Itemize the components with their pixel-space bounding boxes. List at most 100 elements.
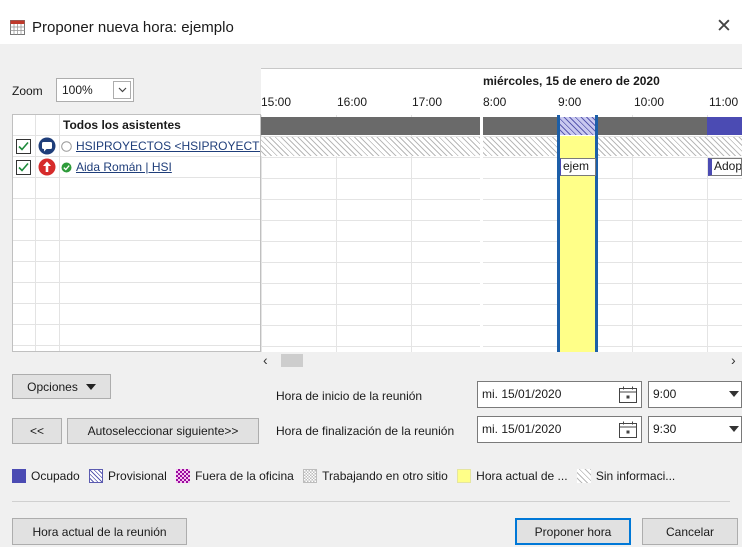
grid-line	[261, 346, 742, 347]
busy-swatch-icon	[12, 469, 26, 483]
attendee-name[interactable]: HSIPROYECTOS <HSIPROYECT(	[76, 139, 260, 153]
all-attendees-busy-bar	[261, 117, 480, 135]
attendee-list: Todos los asistentes HSIPROYECTOS <HSIPR…	[12, 114, 261, 352]
status-unknown-icon	[61, 141, 72, 152]
attendee-row[interactable]: Aida Román | HSI	[13, 157, 260, 178]
status-available-icon	[61, 162, 72, 173]
end-time-label: Hora de finalización de la reunión	[276, 424, 455, 438]
scroll-left-icon[interactable]: ‹	[263, 352, 268, 368]
start-date-field[interactable]: mi. 15/01/2020	[477, 381, 642, 408]
close-icon[interactable]: ✕	[716, 15, 732, 38]
scroll-thumb[interactable]	[281, 354, 303, 367]
checkbox-checked-icon[interactable]	[16, 139, 31, 154]
no-information-bar	[261, 137, 742, 156]
timeline-date: miércoles, 15 de enero de 2020	[483, 74, 660, 88]
zoom-select[interactable]: 100%	[56, 78, 134, 102]
legend-label: Ocupado	[31, 469, 80, 483]
window-title: Proponer nueva hora: ejemplo	[32, 19, 234, 36]
hour-label: 17:00	[412, 95, 443, 109]
legend-current-meeting: Hora actual de ...	[457, 469, 568, 483]
legend-busy: Ocupado	[12, 469, 80, 483]
grid-line	[261, 325, 742, 326]
chat-bubble-icon	[38, 137, 56, 155]
scroll-right-icon[interactable]: ›	[731, 352, 736, 368]
divider	[12, 501, 730, 502]
checkbox-checked-icon[interactable]	[16, 160, 31, 175]
calendar-icon	[10, 20, 25, 35]
empty-row[interactable]	[13, 178, 260, 199]
dropdown-arrow-icon[interactable]	[729, 426, 739, 432]
options-button[interactable]: Opciones	[12, 374, 111, 399]
all-attendees-busy-bar	[483, 117, 742, 135]
end-date-value: mi. 15/01/2020	[482, 422, 562, 436]
grid-line	[261, 178, 742, 179]
start-date-value: mi. 15/01/2020	[482, 387, 562, 401]
attendee-name[interactable]: Aida Román | HSI	[76, 160, 172, 174]
start-time-label: Hora de inicio de la reunión	[276, 389, 423, 403]
meeting-end-handle[interactable]	[595, 115, 598, 352]
busy-block	[707, 117, 742, 135]
grid-line	[261, 241, 742, 242]
legend-label: Hora actual de ...	[476, 469, 568, 483]
empty-row[interactable]	[13, 304, 260, 325]
legend: Ocupado Provisional Fuera de la oficina …	[12, 469, 681, 489]
out-of-office-swatch-icon	[176, 469, 191, 483]
grid-line	[261, 157, 742, 158]
dropdown-arrow-icon[interactable]	[729, 391, 739, 397]
legend-label: Provisional	[108, 469, 167, 483]
legend-tentative: Provisional	[89, 469, 167, 483]
empty-row[interactable]	[13, 325, 260, 346]
legend-working-elsewhere: Trabajando en otro sitio	[303, 469, 448, 483]
options-label: Opciones	[27, 379, 78, 394]
hour-label: 11:00	[709, 95, 739, 109]
zoom-value: 100%	[62, 83, 93, 97]
caret-down-icon	[85, 383, 96, 390]
appointment-block[interactable]: Adop	[708, 158, 742, 176]
tentative-block	[560, 117, 596, 135]
legend-label: Sin informaci...	[595, 469, 676, 483]
schedule-timeline[interactable]: miércoles, 15 de enero de 2020 15:00 16:…	[261, 68, 742, 352]
chevron-down-icon[interactable]	[113, 81, 131, 99]
legend-label: Fuera de la oficina	[195, 469, 294, 483]
grid-line	[261, 199, 742, 200]
empty-row[interactable]	[13, 220, 260, 241]
legend-no-info: Sin informaci...	[576, 469, 676, 483]
empty-row[interactable]	[13, 199, 260, 220]
propose-time-button[interactable]: Proponer hora	[515, 518, 631, 545]
current-meeting-time-button[interactable]: Hora actual de la reunión	[12, 518, 187, 545]
appointment-block[interactable]: ejem	[560, 158, 596, 176]
empty-row[interactable]	[13, 241, 260, 262]
calendar-picker-icon[interactable]	[619, 421, 637, 438]
no-info-swatch-icon	[576, 469, 591, 483]
end-time-value: 9:30	[653, 422, 677, 436]
zoom-label: Zoom	[12, 84, 43, 98]
empty-row[interactable]	[13, 262, 260, 283]
all-attendees-label: Todos los asistentes	[63, 118, 181, 132]
timeline-scrollbar[interactable]: ‹ ›	[261, 352, 742, 369]
end-date-field[interactable]: mi. 15/01/2020	[477, 416, 642, 443]
empty-row[interactable]	[13, 283, 260, 304]
cancel-button[interactable]: Cancelar	[642, 518, 738, 545]
hour-label: 15:00	[261, 95, 292, 109]
day-separator	[480, 115, 483, 352]
grid-line	[261, 220, 742, 221]
working-elsewhere-swatch-icon	[303, 469, 318, 483]
tentative-swatch-icon	[89, 469, 104, 483]
grid-line	[261, 283, 742, 284]
start-time-select[interactable]: 9:00	[648, 381, 742, 408]
meeting-start-handle[interactable]	[557, 115, 560, 352]
hour-label: 10:00	[634, 95, 665, 109]
grid-line	[261, 304, 742, 305]
hour-label: 16:00	[337, 95, 368, 109]
calendar-picker-icon[interactable]	[619, 386, 637, 403]
organizer-arrow-icon	[38, 158, 56, 176]
autoselect-next-button[interactable]: Autoseleccionar siguiente>>	[67, 418, 259, 444]
end-time-select[interactable]: 9:30	[648, 416, 742, 443]
title-bar: Proponer nueva hora: ejemplo ✕	[0, 0, 742, 44]
attendee-row[interactable]: HSIPROYECTOS <HSIPROYECT(	[13, 136, 260, 157]
current-meeting-swatch-icon	[457, 469, 472, 483]
grid-line	[261, 262, 742, 263]
start-time-value: 9:00	[653, 387, 677, 401]
autoselect-previous-button[interactable]: <<	[12, 418, 62, 444]
legend-out-of-office: Fuera de la oficina	[176, 469, 294, 483]
